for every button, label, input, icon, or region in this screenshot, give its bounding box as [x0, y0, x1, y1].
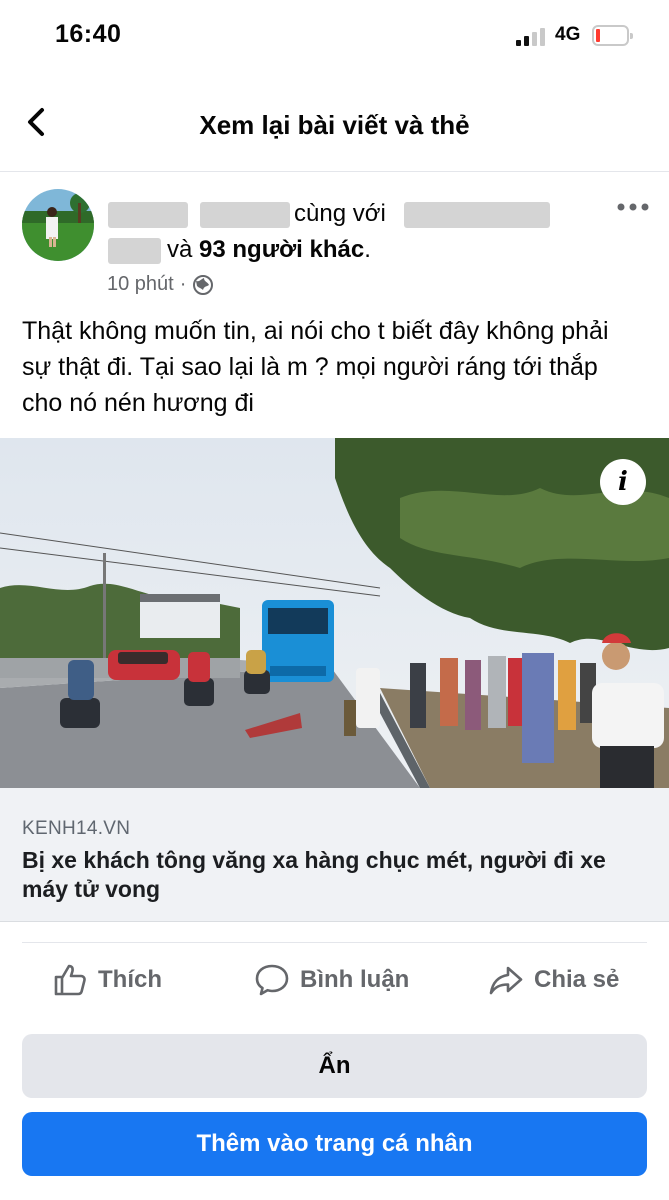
share-label: Chia sẻ	[534, 966, 620, 993]
comment-label: Bình luận	[300, 966, 410, 993]
redacted-name	[108, 238, 161, 264]
redacted-name	[404, 202, 550, 228]
like-label: Thích	[98, 966, 162, 993]
more-icon[interactable]	[616, 199, 650, 215]
divider	[22, 942, 647, 943]
share-icon	[489, 966, 523, 995]
status-bar: 16:40 4G	[0, 0, 669, 72]
period: .	[364, 236, 371, 263]
add-to-profile-button[interactable]: Thêm vào trang cá nhân	[22, 1112, 647, 1176]
tagged-names-line[interactable]: và 93 người khác.	[167, 236, 371, 264]
hide-button[interactable]: Ẩn	[22, 1034, 647, 1098]
status-time: 16:40	[55, 20, 122, 48]
like-icon	[54, 964, 86, 996]
meta-separator: ·	[179, 273, 187, 295]
comment-button[interactable]: Bình luận	[254, 956, 409, 1004]
link-preview-image[interactable]	[0, 438, 669, 788]
redacted-name	[200, 202, 290, 228]
globe-icon	[193, 274, 214, 295]
avatar[interactable]	[22, 189, 94, 261]
battery-icon	[592, 25, 633, 46]
share-button[interactable]: Chia sẻ	[488, 956, 619, 1004]
tagged-with-text: cùng với	[294, 200, 386, 227]
link-card[interactable]: KENH14.VN Bị xe khách tông văng xa hàng …	[0, 788, 669, 922]
link-title: Bị xe khách tông văng xa hàng chục mét, …	[22, 847, 606, 902]
post-text: Thật không muốn tin, ai nói cho t biết đ…	[22, 317, 609, 417]
like-button[interactable]: Thích	[52, 956, 162, 1004]
post-meta: 10 phút ·	[107, 273, 214, 296]
redacted-name	[108, 202, 188, 228]
others-count[interactable]: 93 người khác	[199, 236, 364, 263]
link-domain: KENH14.VN	[22, 818, 131, 839]
signal-icon	[516, 26, 546, 46]
post-time[interactable]: 10 phút	[107, 273, 174, 296]
header: Xem lại bài viết và thẻ	[0, 72, 669, 172]
comment-icon	[255, 964, 289, 996]
and-text: và	[167, 236, 193, 263]
network-type: 4G	[555, 24, 581, 45]
page-title: Xem lại bài viết và thẻ	[199, 110, 470, 140]
info-icon[interactable]: i	[600, 459, 646, 505]
